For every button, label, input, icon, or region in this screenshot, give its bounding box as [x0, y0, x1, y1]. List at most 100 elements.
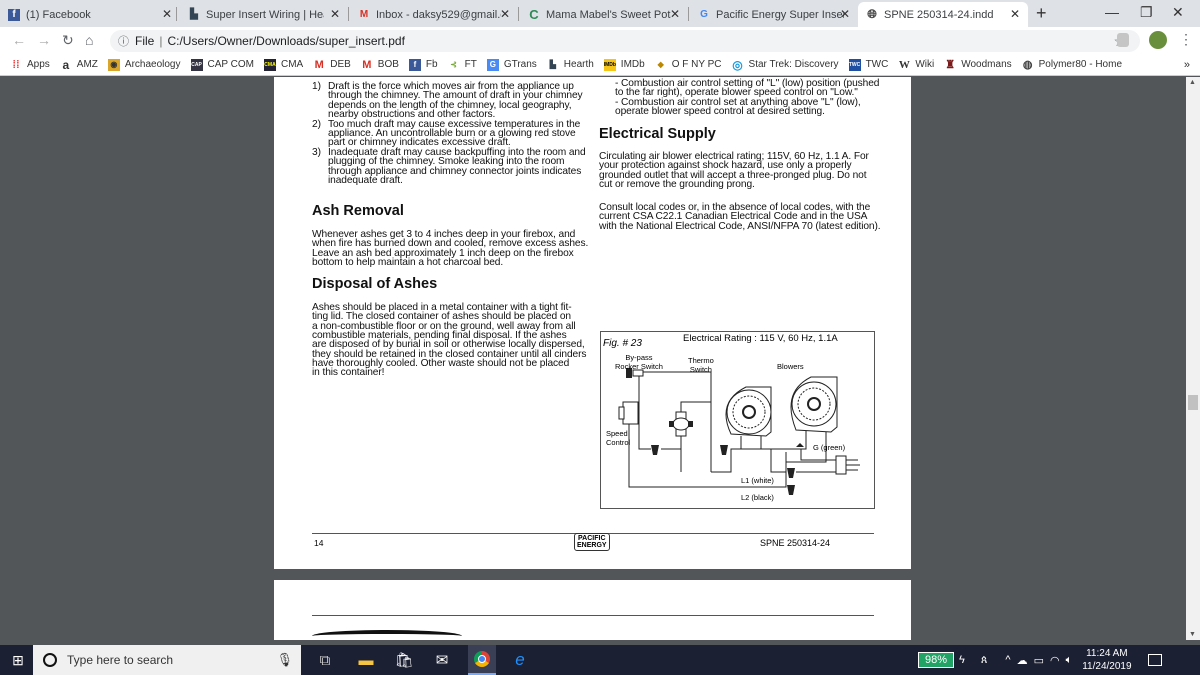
bookmark-polymer80[interactable]: ◍ Polymer80 - Home [1022, 59, 1122, 71]
battery-percentage[interactable]: 98% [918, 652, 955, 668]
search-placeholder: Type here to search [67, 653, 174, 667]
bookmark-label: BOB [377, 59, 399, 70]
twc-icon: TWC [848, 58, 861, 71]
blowers-label: Blowers [777, 362, 804, 371]
bookmark-deb[interactable]: M DEB [313, 59, 351, 71]
profile-avatar[interactable] [1149, 31, 1167, 49]
close-tab-icon[interactable]: ✕ [670, 7, 680, 21]
bookmark-ft[interactable]: ⊰ FT [448, 59, 477, 71]
action-center-icon[interactable] [1147, 654, 1162, 666]
bookmarks-bar: ⁞⁞ Apps a AMZ ◉ Archaeology CAP CAP COM CMA C… [0, 54, 1200, 76]
cap-com-icon: CAP [190, 58, 203, 71]
windows-start-icon[interactable]: ⊞ [8, 651, 28, 669]
bookmark-ofnypc[interactable]: ◆ O F NY PC [655, 59, 722, 71]
extension-shield-icon[interactable] [1117, 33, 1129, 47]
pdf-page-14: 1) Draft is the force which moves air fro… [274, 77, 911, 569]
bookmark-gtrans[interactable]: G GTrans [486, 58, 537, 71]
bookmark-imdb[interactable]: IMDb IMDb [604, 58, 645, 71]
text-line: with the National Electrical Code, ANSI/… [599, 220, 881, 232]
list-number: 1) [312, 81, 321, 92]
mail-icon[interactable]: ✉ [432, 651, 452, 669]
scroll-up-icon[interactable]: ▲ [1189, 79, 1196, 86]
microphone-icon[interactable]: 🎙︎ [276, 652, 293, 668]
bookmark-archaeology[interactable]: ◉ Archaeology [107, 58, 181, 71]
figure-label: Fig. # 23 [603, 338, 642, 349]
bookmark-twc[interactable]: TWC TWC [848, 58, 888, 71]
tab-label: (1) Facebook [26, 8, 91, 21]
bookmark-hearth[interactable]: ▙ Hearth [547, 59, 594, 71]
forward-button[interactable]: → [37, 32, 51, 48]
tab-spne-active[interactable]: 🌐︎ SPNE 250314-24.indd ✕ [858, 2, 1028, 27]
new-tab-button[interactable]: + [1036, 3, 1047, 24]
vertical-scrollbar[interactable]: ▲ ▼ [1186, 77, 1200, 640]
tab-label: Super Insert Wiring | Hearth.c [206, 8, 324, 21]
tab-gmail[interactable]: M Inbox - daksy529@gmail.com ✕ [350, 2, 518, 27]
tab-pacific-energy[interactable]: G Pacific Energy Super Insert m ✕ [690, 2, 858, 27]
l2-label: L2 (black) [741, 493, 774, 502]
bookmark-label: Woodmans [961, 59, 1012, 70]
store-icon[interactable]: 🛍︎ [394, 651, 414, 669]
close-window-button[interactable]: ✕ [1172, 4, 1184, 21]
scrollbar-thumb[interactable] [1188, 395, 1198, 410]
wikipedia-icon: W [898, 58, 910, 71]
taskbar-search[interactable]: Type here to search 🎙︎ [33, 645, 301, 675]
task-view-icon[interactable]: ⧉ [315, 651, 335, 669]
scroll-down-icon[interactable]: ▼ [1189, 631, 1196, 638]
clock-time: 11:24 AM [1086, 648, 1128, 659]
reload-button[interactable]: ↻ [62, 32, 74, 49]
header-rule [312, 615, 874, 616]
show-hidden-icons-chevron[interactable]: ^ [1005, 654, 1010, 666]
onedrive-icon[interactable]: ☁ [1017, 654, 1028, 667]
battery-icon[interactable]: ▭ [1034, 654, 1044, 667]
chrome-taskbar-icon[interactable] [468, 645, 496, 675]
doc-id: SPNE 250314-24 [760, 538, 831, 548]
bookmark-bob[interactable]: M BOB [361, 59, 399, 71]
bookmark-fb[interactable]: f Fb [408, 58, 438, 71]
info-icon[interactable]: ⓘ [118, 33, 129, 49]
bookmarks-overflow-button[interactable]: » [1184, 59, 1190, 71]
blower-1-icon [725, 386, 772, 437]
minimize-button[interactable]: — [1105, 4, 1119, 20]
pdf-page-15 [274, 580, 911, 640]
close-tab-icon[interactable]: ✕ [330, 7, 340, 21]
bookmark-woodmans[interactable]: ♜ Woodmans [944, 59, 1011, 71]
menu-kebab-icon[interactable]: ⋮ [1179, 31, 1193, 48]
restore-button[interactable]: ❐ [1140, 4, 1153, 21]
browser-toolbar: ← → ↻ ⌂ ⓘ File | C:/Users/Owner/Download… [0, 27, 1200, 54]
back-button[interactable]: ← [12, 32, 26, 48]
close-tab-icon[interactable]: ✕ [1010, 7, 1020, 21]
bookmark-label: Polymer80 - Home [1038, 59, 1122, 70]
close-tab-icon[interactable]: ✕ [500, 7, 510, 21]
wifi-icon[interactable]: ◠ [1050, 654, 1060, 667]
people-icon[interactable]: ጰ [981, 654, 988, 667]
bookmark-star-trek[interactable]: ◎ Star Trek: Discovery [732, 58, 838, 72]
google-icon: G [700, 9, 708, 20]
hearth-icon: ▙ [549, 60, 556, 69]
bookmark-cma[interactable]: CMA CMA [264, 58, 303, 71]
address-bar[interactable]: ⓘ File | C:/Users/Owner/Downloads/super_… [110, 30, 1140, 52]
volume-icon[interactable]: 🔈︎ [1066, 654, 1073, 667]
internet-explorer-icon[interactable]: e [510, 650, 530, 669]
bookmark-cap-com[interactable]: CAP CAP COM [190, 58, 254, 71]
next-heading-partial [312, 630, 462, 640]
plug-icon [835, 455, 847, 475]
text-line: in this container! [312, 367, 385, 379]
pacific-energy-logo: PACIFIC ENERGY [574, 533, 610, 551]
ash-removal-heading: Ash Removal [312, 203, 404, 219]
l1-label: L1 (white) [741, 476, 774, 485]
file-explorer-icon[interactable]: ▬ [356, 651, 376, 669]
bookmark-wiki[interactable]: W Wiki [898, 59, 934, 71]
facebook-icon: f [8, 8, 20, 21]
close-tab-icon[interactable]: ✕ [840, 7, 850, 21]
bookmark-amz[interactable]: a AMZ [60, 58, 97, 72]
tab-hearth[interactable]: ▙ Super Insert Wiring | Hearth.c ✕ [180, 2, 348, 27]
clock[interactable]: 11:24 AM 11/24/2019 [1082, 647, 1131, 673]
tab-facebook[interactable]: f (1) Facebook ✕ [0, 2, 180, 27]
imdb-icon: IMDb [604, 58, 616, 71]
thermo-switch-label: Thermo Switch [688, 356, 714, 374]
tab-mama-mabels[interactable]: C Mama Mabel's Sweet Potato ✕ [520, 2, 688, 27]
bookmark-apps[interactable]: ⁞⁞ Apps [10, 59, 49, 71]
home-button[interactable]: ⌂ [85, 32, 93, 48]
close-tab-icon[interactable]: ✕ [162, 7, 172, 21]
list-item-line: inadequate draft. [328, 175, 403, 186]
